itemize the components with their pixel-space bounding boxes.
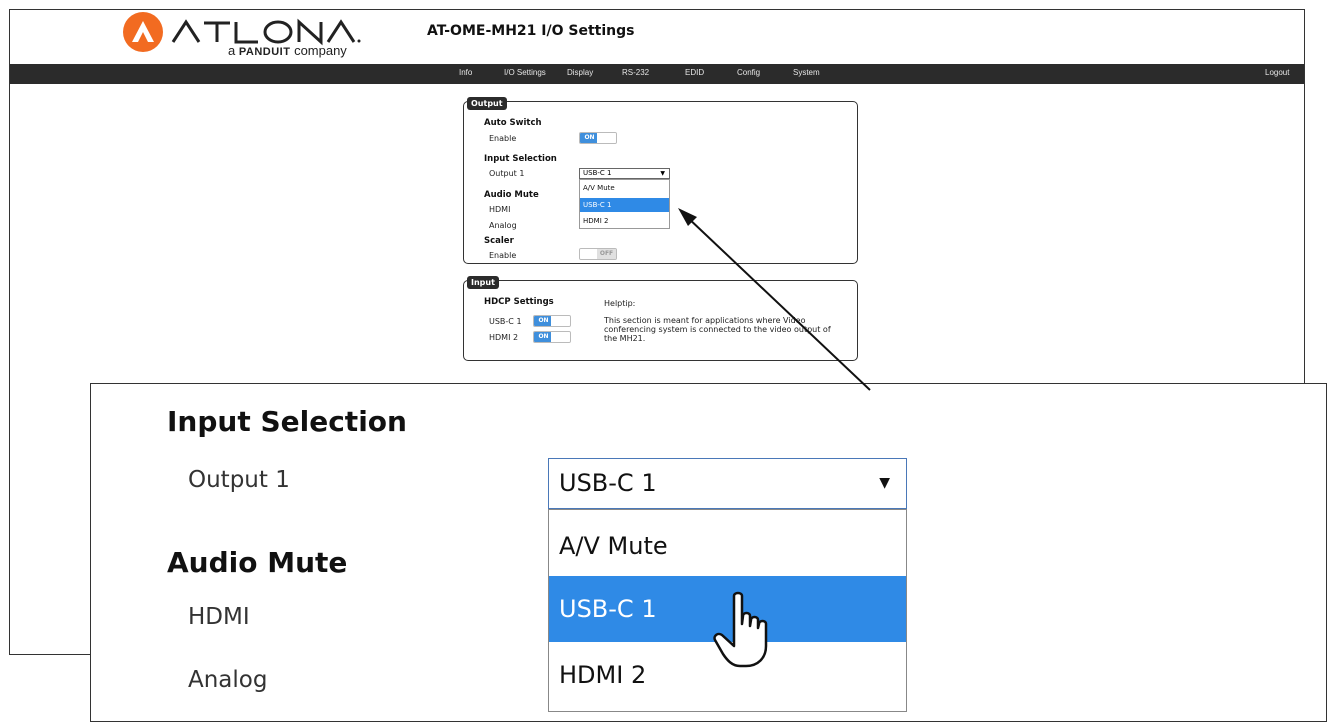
toggle-knob	[551, 316, 570, 326]
nav-logout[interactable]: Logout	[1265, 68, 1289, 77]
helptip-line-1: This section is meant for applications w…	[604, 316, 806, 325]
nav-config[interactable]: Config	[737, 68, 760, 77]
zoom-analog-label: Analog	[188, 667, 268, 693]
auto-switch-heading: Auto Switch	[484, 118, 542, 128]
audio-mute-analog-label: Analog	[489, 221, 517, 230]
hdcp-hdmi2-label: HDMI 2	[489, 333, 519, 342]
caret-down-icon: ▼	[879, 475, 890, 491]
zoom-select-value: USB-C 1	[559, 469, 657, 497]
zoom-hdmi-label: HDMI	[188, 604, 250, 630]
option-usb-c-1[interactable]: USB-C 1	[580, 198, 669, 212]
hdcp-usbc1-toggle[interactable]: ON	[533, 315, 571, 327]
top-navbar: Info I/O Settings Display RS-232 EDID Co…	[10, 64, 1304, 84]
nav-info[interactable]: Info	[459, 68, 472, 77]
input-legend: Input	[467, 276, 499, 289]
zoom-output1-select[interactable]: USB-C 1 ▼	[548, 458, 907, 509]
nav-edid[interactable]: EDID	[685, 68, 704, 77]
hand-pointer-icon	[713, 591, 768, 668]
zoom-audio-mute-heading: Audio Mute	[167, 546, 348, 579]
nav-display[interactable]: Display	[567, 68, 593, 77]
nav-io-settings[interactable]: I/O Settings	[504, 68, 546, 77]
toggle-off-label: OFF	[597, 249, 616, 259]
scaler-toggle[interactable]: OFF	[579, 248, 617, 260]
output1-select-value: USB-C 1	[583, 169, 612, 177]
caret-down-icon: ▼	[660, 170, 665, 177]
hdcp-usbc1-label: USB-C 1	[489, 317, 522, 326]
output1-label: Output 1	[489, 169, 525, 178]
zoom-output1-label: Output 1	[188, 467, 290, 493]
auto-switch-toggle[interactable]: ON	[579, 132, 617, 144]
hdcp-heading: HDCP Settings	[484, 297, 554, 307]
audio-mute-heading: Audio Mute	[484, 190, 539, 200]
nav-system[interactable]: System	[793, 68, 820, 77]
audio-mute-hdmi-label: HDMI	[489, 205, 511, 214]
logo-tagline: a PANDUIT company	[228, 43, 347, 58]
input-selection-heading: Input Selection	[484, 154, 557, 164]
auto-switch-enable-label: Enable	[489, 134, 517, 143]
helptip-title: Helptip:	[604, 299, 636, 308]
option-av-mute[interactable]: A/V Mute	[580, 181, 669, 195]
output-legend: Output	[467, 97, 507, 110]
scaler-enable-label: Enable	[489, 251, 517, 260]
zoom-input-selection-heading: Input Selection	[167, 405, 407, 438]
helptip-line-2: conferencing system is connected to the …	[604, 325, 831, 334]
toggle-knob	[551, 332, 570, 342]
helptip-line-3: the MH21.	[604, 334, 646, 343]
output1-select[interactable]: USB-C 1 ▼	[579, 168, 670, 179]
zoom-option-av-mute[interactable]: A/V Mute	[549, 513, 906, 579]
option-hdmi-2[interactable]: HDMI 2	[580, 214, 669, 228]
page-title: AT-OME-MH21 I/O Settings	[427, 23, 635, 39]
output1-dropdown: A/V Mute USB-C 1 HDMI 2	[579, 179, 670, 229]
toggle-knob	[597, 133, 616, 143]
nav-rs232[interactable]: RS-232	[622, 68, 649, 77]
hdcp-hdmi2-toggle[interactable]: ON	[533, 331, 571, 343]
scaler-heading: Scaler	[484, 236, 514, 246]
